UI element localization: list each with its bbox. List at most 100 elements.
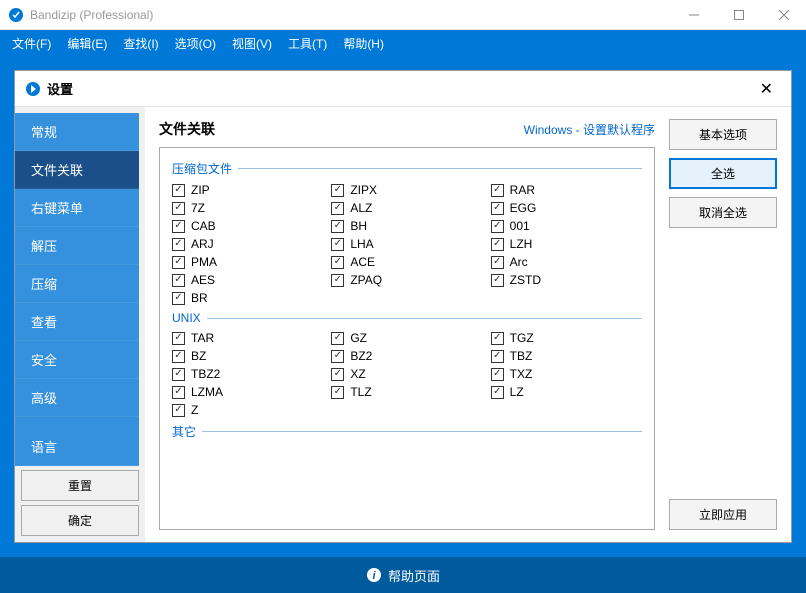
checkbox-label: GZ (350, 331, 367, 345)
checkbox-arc[interactable]: Arc (491, 255, 642, 269)
checkbox-zpaq[interactable]: ZPAQ (331, 273, 482, 287)
check-icon (172, 274, 185, 287)
checkbox-tar[interactable]: TAR (172, 331, 323, 345)
right-column: 基本选项 全选 取消全选 立即应用 (669, 119, 777, 530)
sidebar-item-language[interactable]: 语言 (15, 428, 139, 466)
maximize-button[interactable] (716, 0, 761, 29)
check-icon (491, 368, 504, 381)
checkbox-label: CAB (191, 219, 216, 233)
checkbox-pma[interactable]: PMA (172, 255, 323, 269)
menu-item-6[interactable]: 帮助(H) (335, 31, 392, 56)
check-icon (172, 202, 185, 215)
checkbox-label: AES (191, 273, 215, 287)
check-icon (331, 332, 344, 345)
checkbox-zipx[interactable]: ZIPX (331, 183, 482, 197)
menubar: 文件(F)编辑(E)查找(I)选项(O)视图(V)工具(T)帮助(H) (0, 30, 806, 56)
checkbox-tlz[interactable]: TLZ (331, 385, 482, 399)
apply-button[interactable]: 立即应用 (669, 499, 777, 530)
footer[interactable]: i 帮助页面 (0, 557, 806, 593)
checkbox-cab[interactable]: CAB (172, 219, 323, 233)
menu-item-4[interactable]: 视图(V) (224, 31, 280, 56)
select-all-button[interactable]: 全选 (669, 158, 777, 189)
sidebar-spacer (15, 417, 139, 428)
minimize-button[interactable] (671, 0, 716, 29)
checkbox-egg[interactable]: EGG (491, 201, 642, 215)
checkbox-xz[interactable]: XZ (331, 367, 482, 381)
checkbox-label: LZH (510, 237, 533, 251)
sidebar-item-2[interactable]: 右键菜单 (15, 189, 139, 227)
dialog-close-button[interactable]: ✕ (752, 75, 781, 103)
checkbox-aes[interactable]: AES (172, 273, 323, 287)
checkbox-tgz[interactable]: TGZ (491, 331, 642, 345)
deselect-all-button[interactable]: 取消全选 (669, 197, 777, 228)
checkbox-7z[interactable]: 7Z (172, 201, 323, 215)
check-icon (491, 256, 504, 269)
checkbox-txz[interactable]: TXZ (491, 367, 642, 381)
checkbox-label: BZ (191, 349, 206, 363)
menu-item-2[interactable]: 查找(I) (115, 31, 166, 56)
checkbox-tbz[interactable]: TBZ (491, 349, 642, 363)
check-icon (331, 368, 344, 381)
sidebar-item-7[interactable]: 高级 (15, 379, 139, 417)
checkbox-br[interactable]: BR (172, 291, 323, 305)
checkbox-z[interactable]: Z (172, 403, 323, 417)
menu-item-1[interactable]: 编辑(E) (59, 31, 115, 56)
menu-item-0[interactable]: 文件(F) (4, 31, 59, 56)
checkbox-lzh[interactable]: LZH (491, 237, 642, 251)
check-icon (172, 184, 185, 197)
checkbox-zstd[interactable]: ZSTD (491, 273, 642, 287)
checkbox-lz[interactable]: LZ (491, 385, 642, 399)
checkbox-lha[interactable]: LHA (331, 237, 482, 251)
checkbox-rar[interactable]: RAR (491, 183, 642, 197)
check-icon (172, 332, 185, 345)
dialog-body: 常规文件关联右键菜单解压压缩查看安全高级 语言 重置 确定 文件关联 Windo… (15, 107, 791, 542)
checkbox-001[interactable]: 001 (491, 219, 642, 233)
checkbox-bz2[interactable]: BZ2 (331, 349, 482, 363)
check-icon (331, 220, 344, 233)
checkbox-zip[interactable]: ZIP (172, 183, 323, 197)
checkbox-bz[interactable]: BZ (172, 349, 323, 363)
checkbox-tbz2[interactable]: TBZ2 (172, 367, 323, 381)
association-scroll[interactable]: 压缩包文件ZIPZIPXRAR7ZALZEGGCABBH001ARJLHALZH… (160, 148, 654, 529)
sidebar-item-1[interactable]: 文件关联 (15, 151, 139, 189)
checkbox-label: LHA (350, 237, 373, 251)
checkbox-label: 001 (510, 219, 530, 233)
checkbox-ace[interactable]: ACE (331, 255, 482, 269)
check-icon (491, 220, 504, 233)
basic-options-button[interactable]: 基本选项 (669, 119, 777, 150)
content-main: 文件关联 Windows - 设置默认程序 压缩包文件ZIPZIPXRAR7ZA… (159, 119, 655, 530)
check-icon (331, 238, 344, 251)
checkbox-lzma[interactable]: LZMA (172, 385, 323, 399)
help-icon: i (366, 567, 382, 583)
sidebar-item-3[interactable]: 解压 (15, 227, 139, 265)
menu-item-5[interactable]: 工具(T) (280, 31, 335, 56)
checkbox-label: TLZ (350, 385, 371, 399)
sidebar-item-5[interactable]: 查看 (15, 303, 139, 341)
checkbox-label: Z (191, 403, 198, 417)
ok-button[interactable]: 确定 (21, 505, 139, 536)
checkbox-label: RAR (510, 183, 535, 197)
sidebar-item-6[interactable]: 安全 (15, 341, 139, 379)
reset-button[interactable]: 重置 (21, 470, 139, 501)
settings-sidebar: 常规文件关联右键菜单解压压缩查看安全高级 语言 重置 确定 (15, 107, 145, 542)
checkbox-label: BR (191, 291, 208, 305)
checkbox-bh[interactable]: BH (331, 219, 482, 233)
check-icon (491, 238, 504, 251)
group-label-1: UNIX (172, 311, 642, 325)
checkbox-gz[interactable]: GZ (331, 331, 482, 345)
sidebar-item-0[interactable]: 常规 (15, 113, 139, 151)
checkbox-label: PMA (191, 255, 217, 269)
sidebar-item-4[interactable]: 压缩 (15, 265, 139, 303)
check-icon (491, 274, 504, 287)
check-icon (331, 386, 344, 399)
settings-content: 文件关联 Windows - 设置默认程序 压缩包文件ZIPZIPXRAR7ZA… (145, 107, 791, 542)
checkbox-alz[interactable]: ALZ (331, 201, 482, 215)
checkbox-label: ARJ (191, 237, 214, 251)
menu-item-3[interactable]: 选项(O) (167, 31, 224, 56)
window-controls (671, 0, 806, 29)
main-area: 设置 ✕ 常规文件关联右键菜单解压压缩查看安全高级 语言 重置 确定 文件关联 … (0, 56, 806, 557)
checkbox-arj[interactable]: ARJ (172, 237, 323, 251)
close-button[interactable] (761, 0, 806, 29)
check-icon (172, 386, 185, 399)
windows-default-link[interactable]: Windows - 设置默认程序 (524, 121, 655, 138)
